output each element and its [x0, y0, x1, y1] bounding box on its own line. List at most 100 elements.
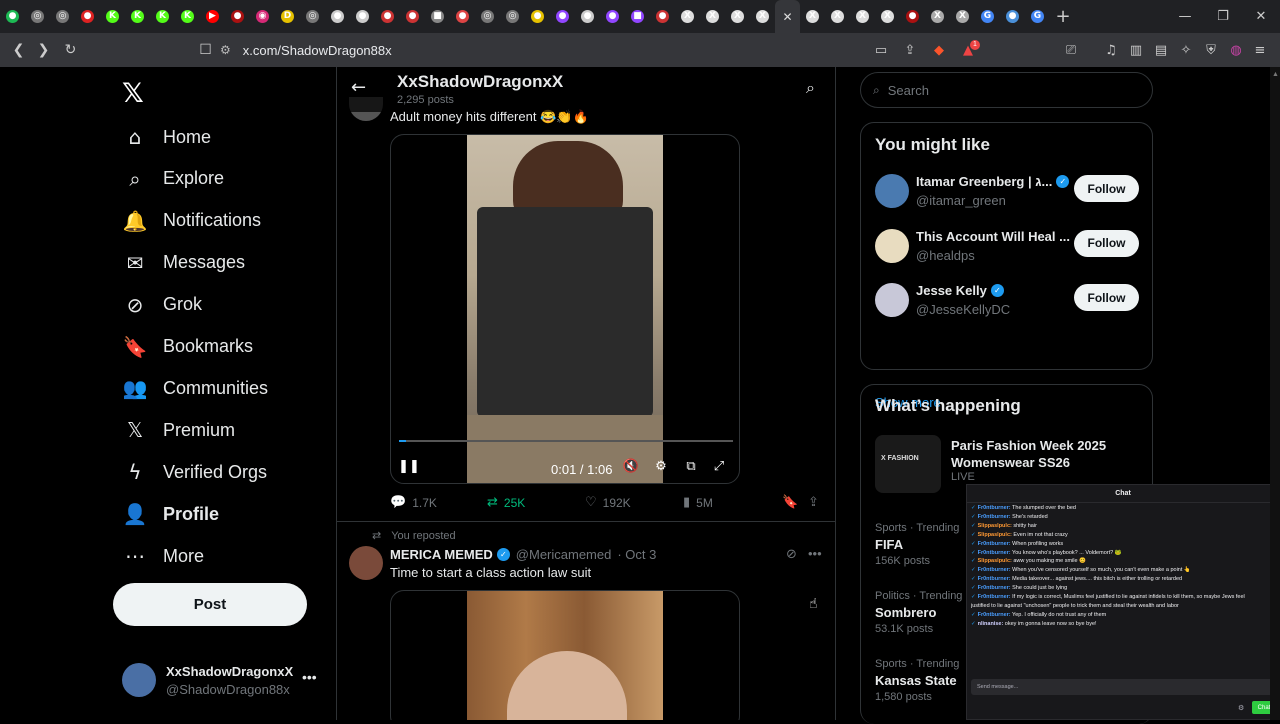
browser-tab[interactable]: ◎ — [25, 0, 50, 33]
pause-icon[interactable]: ❚❚ — [398, 455, 420, 477]
browser-tab[interactable]: ● — [900, 0, 925, 33]
browser-tab[interactable]: ● — [650, 0, 675, 33]
chat-username[interactable]: Fr0ntburner: — [978, 594, 1011, 600]
suggestion-item[interactable]: Jesse Kelly ✓ @JesseKellyDC Follow — [875, 280, 1141, 320]
leo-ai-icon[interactable]: ✧ — [1177, 41, 1195, 59]
settings-icon[interactable]: ⚙ — [653, 455, 669, 477]
browser-tab[interactable]: X — [875, 0, 900, 33]
browser-tab[interactable]: ● — [225, 0, 250, 33]
browser-tab[interactable]: ■ — [425, 0, 450, 33]
chat-username[interactable]: Slippaslpulc: — [978, 532, 1012, 538]
browser-tab[interactable]: G — [1025, 0, 1050, 33]
browser-tab[interactable]: ◎ — [50, 0, 75, 33]
bookmark-button[interactable]: 🔖 — [782, 495, 804, 510]
chat-username[interactable]: Fr0ntburner: — [978, 612, 1011, 618]
browser-tab[interactable]: ● — [450, 0, 475, 33]
browser-tab[interactable]: X — [925, 0, 950, 33]
nav-item-notifications[interactable]: 🔔 Notifications — [123, 201, 262, 241]
reload-button[interactable]: ↻ — [58, 38, 83, 63]
browser-tab[interactable]: ✕ — [775, 0, 800, 33]
chat-username[interactable]: Fr0ntburner: — [978, 585, 1011, 591]
more-options-icon[interactable]: ••• — [302, 669, 317, 685]
account-switcher[interactable]: XxShadowDragonxX @ShadowDragon88x ••• — [122, 663, 332, 703]
new-tab-button[interactable]: + — [1050, 6, 1076, 27]
browser-tab[interactable]: X — [675, 0, 700, 33]
browser-tab[interactable]: X — [750, 0, 775, 33]
chat-username[interactable]: Fr0ntburner: — [978, 541, 1011, 547]
browser-tab[interactable]: ● — [600, 0, 625, 33]
browser-tab[interactable]: ● — [325, 0, 350, 33]
post-button[interactable]: Post — [113, 583, 307, 626]
follow-button[interactable]: Follow — [1074, 284, 1139, 311]
address-bar[interactable]: ⚙ x.com/ShadowDragon88x — [220, 39, 900, 61]
maximize-button[interactable]: ❐ — [1204, 0, 1242, 33]
suggestion-item[interactable]: Itamar Greenberg | ג... ✓ @itamar_green Fol… — [875, 171, 1141, 211]
browser-tab[interactable]: K — [175, 0, 200, 33]
chat-username[interactable]: Fr0ntburner: — [978, 550, 1011, 556]
fullscreen-icon[interactable]: ⤢ — [711, 455, 727, 477]
browser-tab[interactable]: ● — [1000, 0, 1025, 33]
browser-tab[interactable]: D — [275, 0, 300, 33]
nav-item-grok[interactable]: ⊘ Grok — [123, 285, 202, 325]
browser-tab[interactable]: ▶ — [200, 0, 225, 33]
browser-tab[interactable]: X — [950, 0, 975, 33]
back-arrow-icon[interactable]: ← — [351, 77, 366, 98]
browser-tab[interactable]: ◎ — [500, 0, 525, 33]
nav-item-premium[interactable]: 𝕏 Premium — [123, 410, 235, 450]
sidebar-icon[interactable]: ▥ — [1127, 41, 1145, 59]
search-icon[interactable]: ⌕ — [806, 78, 815, 98]
browser-tab[interactable]: K — [150, 0, 175, 33]
chat-username[interactable]: Fr0ntburner: — [978, 514, 1011, 520]
browser-tab[interactable]: ■ — [625, 0, 650, 33]
chat-input[interactable]: Send message... — [971, 679, 1275, 695]
brave-profile-icon[interactable]: ◍ — [1227, 41, 1245, 59]
browser-tab[interactable]: X — [725, 0, 750, 33]
repost-button[interactable]: ⇄ 25K — [487, 495, 525, 510]
cast-icon[interactable]: ▭ — [872, 41, 890, 59]
mute-icon[interactable]: 🔇 — [623, 455, 639, 477]
close-window-button[interactable]: ✕ — [1242, 0, 1280, 33]
follow-button[interactable]: Follow — [1074, 229, 1139, 257]
nav-item-verified-orgs[interactable]: ϟ Verified Orgs — [123, 452, 267, 492]
nav-item-home[interactable]: ⌂ Home — [123, 117, 211, 157]
event-title[interactable]: Paris Fashion Week 2025 Womenswear SS26 — [951, 437, 1146, 471]
browser-tab[interactable]: ● — [0, 0, 25, 33]
back-button[interactable]: ❮ — [6, 38, 31, 63]
browser-tab[interactable]: K — [100, 0, 125, 33]
tweet-media[interactable] — [390, 590, 740, 720]
suggestion-item[interactable]: This Account Will Heal ... @healdps Follow — [875, 226, 1141, 266]
browser-tab[interactable]: ● — [400, 0, 425, 33]
browser-tab[interactable]: X — [825, 0, 850, 33]
browser-tab[interactable]: X — [700, 0, 725, 33]
wallet-icon[interactable]: ▤ — [1152, 41, 1170, 59]
chat-username[interactable]: Fr0ntburner: — [978, 576, 1011, 582]
chat-username[interactable]: nlinanise: — [978, 621, 1004, 627]
browser-tab[interactable]: K — [125, 0, 150, 33]
nav-item-communities[interactable]: 👥 Communities — [123, 368, 268, 408]
chat-settings-icon[interactable]: ⚙ — [1238, 704, 1244, 712]
chat-username[interactable]: Slippaslpulc: — [978, 558, 1012, 564]
nav-item-bookmarks[interactable]: 🔖 Bookmarks — [123, 327, 253, 367]
nav-item-explore[interactable]: ⌕ Explore — [123, 159, 224, 199]
browser-tab[interactable]: ● — [375, 0, 400, 33]
menu-icon[interactable]: ≡ — [1251, 41, 1269, 59]
share-button[interactable]: ⇪ — [808, 495, 825, 510]
music-icon[interactable]: ♫ — [1102, 41, 1120, 59]
reply-button[interactable]: 💬 1.7K — [390, 495, 437, 510]
video-progress-bar[interactable] — [399, 440, 733, 442]
browser-tab[interactable]: G — [975, 0, 1000, 33]
more-options-icon[interactable]: ••• — [808, 546, 822, 561]
screenshot-icon[interactable]: ⎚ — [1062, 41, 1080, 59]
browser-tab[interactable]: ● — [575, 0, 600, 33]
chat-username[interactable]: Slippaslpulc: — [978, 523, 1012, 529]
follow-button[interactable]: Follow — [1074, 175, 1139, 202]
brave-shield-icon[interactable]: ◆ — [930, 41, 948, 59]
browser-tab[interactable]: ◎ — [475, 0, 500, 33]
like-button[interactable]: ♡ 192K — [585, 495, 631, 510]
browser-tab[interactable]: ● — [550, 0, 575, 33]
scrollbar[interactable]: ▲ — [1270, 67, 1280, 720]
avatar[interactable] — [349, 546, 383, 580]
video-player[interactable]: ❚❚ 0:01 / 1:06 🔇 ⚙ ⧉ ⤢ — [390, 134, 740, 484]
vpn-icon[interactable]: ⛨ — [1202, 41, 1220, 59]
event-image[interactable]: X FASHION — [875, 435, 941, 493]
